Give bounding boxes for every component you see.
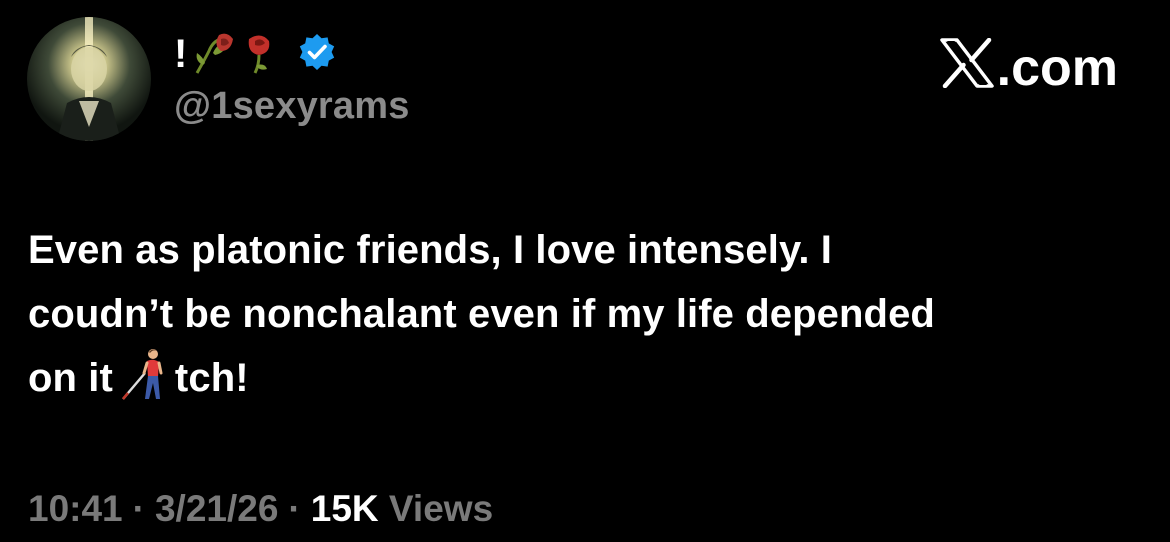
tweet-date[interactable]: 3/21/26 xyxy=(155,488,278,529)
wilted-rose-icon xyxy=(241,29,275,80)
meta-separator: · xyxy=(288,488,301,529)
wilted-flower-icon xyxy=(191,29,237,80)
tweet-line-3-end: tch! xyxy=(174,356,249,400)
tweet-line-2: coudn’t be nonchalant even if my life de… xyxy=(28,292,935,336)
tweet-line-3: on it tch! xyxy=(28,346,1138,420)
brand-watermark: .com xyxy=(939,37,1118,97)
views-label: Views xyxy=(388,488,494,529)
user-handle[interactable]: @1sexyrams xyxy=(174,82,410,130)
views-count[interactable]: 15K xyxy=(311,488,379,529)
tweet-line-3-start: on it xyxy=(28,356,113,400)
meta-separator: · xyxy=(132,488,145,529)
tweet-meta: 10:41 · 3/21/26 · 15K Views xyxy=(28,485,493,533)
brand-label: .com xyxy=(996,38,1118,97)
anime-character-avatar-icon xyxy=(27,17,151,141)
profile-name-row[interactable]: ! xyxy=(174,28,337,80)
tweet-line-1: Even as platonic friends, I love intense… xyxy=(28,228,833,272)
tweet-time[interactable]: 10:41 xyxy=(28,488,123,529)
avatar[interactable] xyxy=(27,17,151,141)
tweet-text: Even as platonic friends, I love intense… xyxy=(28,218,1138,420)
display-name[interactable]: ! xyxy=(174,34,187,74)
person-with-white-cane-icon xyxy=(117,347,173,420)
verified-badge-icon xyxy=(297,32,337,77)
x-logo-icon xyxy=(939,37,995,97)
